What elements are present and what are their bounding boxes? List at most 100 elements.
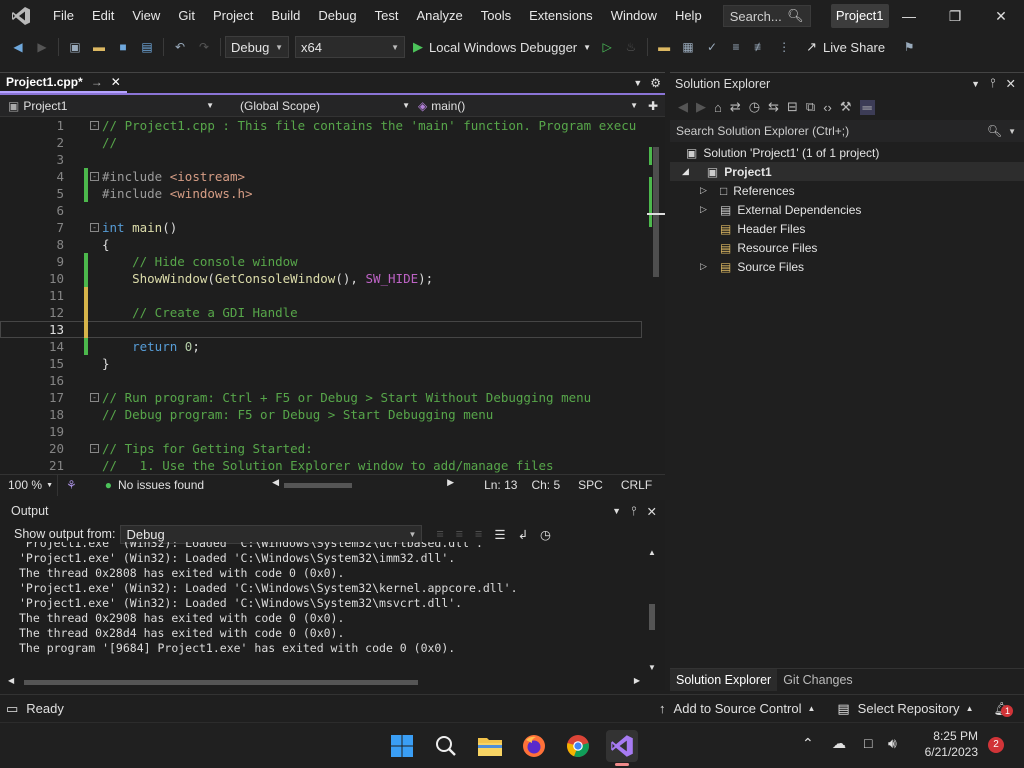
new-project-icon[interactable]: ▣: [65, 37, 85, 57]
folder-icon[interactable]: ▬: [654, 37, 674, 57]
live-share-button[interactable]: ↗ Live Share: [806, 39, 885, 55]
editor-vertical-scrollbar[interactable]: [647, 117, 665, 474]
menu-debug[interactable]: Debug: [309, 0, 365, 32]
pending-changes-icon[interactable]: ◷: [749, 99, 760, 115]
line-ending-indicator[interactable]: CRLF: [621, 478, 652, 492]
scroll-right-icon[interactable]: ▶: [634, 676, 640, 685]
file-explorer-icon[interactable]: [474, 730, 506, 762]
preview-icon[interactable]: ═: [859, 99, 875, 115]
menu-extensions[interactable]: Extensions: [520, 0, 602, 32]
code-view-icon[interactable]: ‹›: [823, 100, 832, 115]
tree-project[interactable]: ◢ ▣ Project1: [670, 162, 1024, 181]
search-box[interactable]: Search... 🔍︎: [722, 5, 811, 27]
scroll-down-icon[interactable]: ▼: [645, 663, 659, 672]
chrome-icon[interactable]: [562, 730, 594, 762]
comment-icon[interactable]: ≡: [726, 37, 746, 57]
toolbar-overflow-icon[interactable]: ⋮: [774, 37, 794, 57]
menu-project[interactable]: Project: [204, 0, 262, 32]
menu-help[interactable]: Help: [666, 0, 711, 32]
minimize-icon[interactable]: —: [886, 0, 932, 32]
tree-item-header-files[interactable]: ▤ Header Files: [670, 219, 1024, 238]
menu-file[interactable]: File: [44, 0, 83, 32]
window-position-icon[interactable]: ▼: [612, 506, 621, 516]
output-text[interactable]: 'Project1.exe' (Win32): Loaded 'C:\Windo…: [0, 542, 645, 662]
volume-icon[interactable]: 🔊︎: [888, 735, 897, 752]
notification-center-badge[interactable]: 2: [988, 737, 1004, 753]
member-dropdown[interactable]: ◈ main() ▼: [416, 99, 644, 113]
tree-item-references[interactable]: ▷ □ References: [670, 181, 1024, 200]
timestamp-icon[interactable]: ◷: [540, 527, 551, 542]
save-icon[interactable]: ■: [113, 37, 133, 57]
project-dropdown[interactable]: ▣ Project1 ▼: [0, 99, 220, 113]
show-hidden-icons-icon[interactable]: ⌃: [802, 735, 814, 752]
tree-solution[interactable]: ▣ Solution 'Project1' (1 of 1 project): [670, 143, 1024, 162]
properties-icon[interactable]: ⚒: [840, 99, 852, 115]
h-scroll-thumb[interactable]: [284, 483, 353, 488]
back-icon[interactable]: ◀: [8, 37, 28, 57]
collapse-all-icon[interactable]: ⊟: [787, 99, 798, 115]
menu-test[interactable]: Test: [366, 0, 408, 32]
configuration-select[interactable]: Debug ▼: [225, 36, 289, 58]
windows-start-icon[interactable]: [386, 730, 418, 762]
open-folder-icon[interactable]: ▬: [89, 37, 109, 57]
word-wrap-icon[interactable]: ↲: [518, 527, 528, 542]
switch-views-icon[interactable]: ⇄: [730, 99, 741, 115]
fold-toggle-icon[interactable]: -: [90, 121, 99, 130]
scroll-thumb[interactable]: [653, 147, 659, 277]
visual-studio-taskbar-icon[interactable]: [606, 730, 638, 766]
uncomment-icon[interactable]: ≢: [750, 37, 770, 57]
hot-reload-icon[interactable]: ♨: [621, 37, 641, 57]
output-vertical-scrollbar[interactable]: ▲ ▼: [645, 548, 659, 672]
menu-analyze[interactable]: Analyze: [407, 0, 471, 32]
intellicode-icon[interactable]: ⚘: [66, 478, 77, 492]
output-source-select[interactable]: Debug ▼: [120, 524, 423, 544]
network-off-icon[interactable]: ☁: [832, 735, 846, 752]
firefox-icon[interactable]: [518, 730, 550, 762]
scroll-left-icon[interactable]: ◀: [8, 676, 14, 685]
tree-item-resource-files[interactable]: ▤ Resource Files: [670, 238, 1024, 257]
tab-list-icon[interactable]: ▼: [633, 78, 642, 88]
fold-toggle-icon[interactable]: -: [90, 393, 99, 402]
restore-icon[interactable]: ❐: [932, 0, 978, 32]
show-all-files-icon[interactable]: ⧉: [806, 99, 815, 115]
scroll-up-icon[interactable]: ▲: [645, 548, 659, 557]
menu-edit[interactable]: Edit: [83, 0, 123, 32]
display-icon[interactable]: □: [864, 735, 872, 751]
issues-label[interactable]: No issues found: [118, 478, 204, 492]
start-without-debugging-icon[interactable]: ▷: [597, 37, 617, 57]
scroll-left-icon[interactable]: ◀: [272, 477, 279, 488]
menu-view[interactable]: View: [123, 0, 169, 32]
add-to-source-control-button[interactable]: ↑ Add to Source Control ▲: [659, 701, 815, 716]
clock[interactable]: 8:25 PM 6/21/2023: [916, 728, 978, 760]
fold-toggle-icon[interactable]: -: [90, 444, 99, 453]
solution-search-box[interactable]: Search Solution Explorer (Ctrl+;) 🔍︎ ▼: [670, 120, 1024, 142]
collapse-arrow-icon[interactable]: ◢: [682, 166, 689, 177]
tab-project1-cpp[interactable]: Project1.cpp* → ✕: [0, 73, 127, 93]
tab-git-changes[interactable]: Git Changes: [777, 669, 858, 691]
expand-arrow-icon[interactable]: ▷: [700, 261, 720, 272]
editor-horizontal-scrollbar[interactable]: ◀ ▶: [272, 477, 454, 490]
home-icon[interactable]: ⌂: [714, 100, 722, 115]
expand-arrow-icon[interactable]: ▷: [700, 204, 720, 215]
save-all-icon[interactable]: ▤: [137, 37, 157, 57]
start-debugger-button[interactable]: ▶ Local Windows Debugger ▼: [413, 39, 591, 55]
menu-window[interactable]: Window: [602, 0, 666, 32]
spellcheck-icon[interactable]: ✓: [702, 37, 722, 57]
window-position-icon[interactable]: ▼: [971, 79, 980, 89]
line-indicator[interactable]: Ln: 13: [484, 478, 517, 492]
forward-icon[interactable]: ▶: [696, 99, 706, 115]
platform-select[interactable]: x64 ▼: [295, 36, 405, 58]
menu-build[interactable]: Build: [262, 0, 309, 32]
pin-icon[interactable]: ⫯: [990, 76, 995, 91]
close-pane-icon[interactable]: ✕: [1006, 76, 1016, 91]
zoom-select[interactable]: 100 % ▼: [0, 474, 58, 496]
undo-icon[interactable]: ↶: [170, 37, 190, 57]
close-window-icon[interactable]: ✕: [978, 0, 1024, 32]
menu-git[interactable]: Git: [169, 0, 204, 32]
whitespace-indicator[interactable]: SPC: [578, 478, 603, 492]
output-horizontal-scrollbar[interactable]: ◀ ▶: [8, 676, 640, 688]
select-repository-button[interactable]: ▤ Select Repository ▲: [837, 701, 973, 717]
taskbar-search-icon[interactable]: [430, 730, 462, 762]
find-message-icon[interactable]: ≡: [436, 527, 443, 541]
scope-dropdown[interactable]: (Global Scope) ▼: [220, 99, 416, 113]
